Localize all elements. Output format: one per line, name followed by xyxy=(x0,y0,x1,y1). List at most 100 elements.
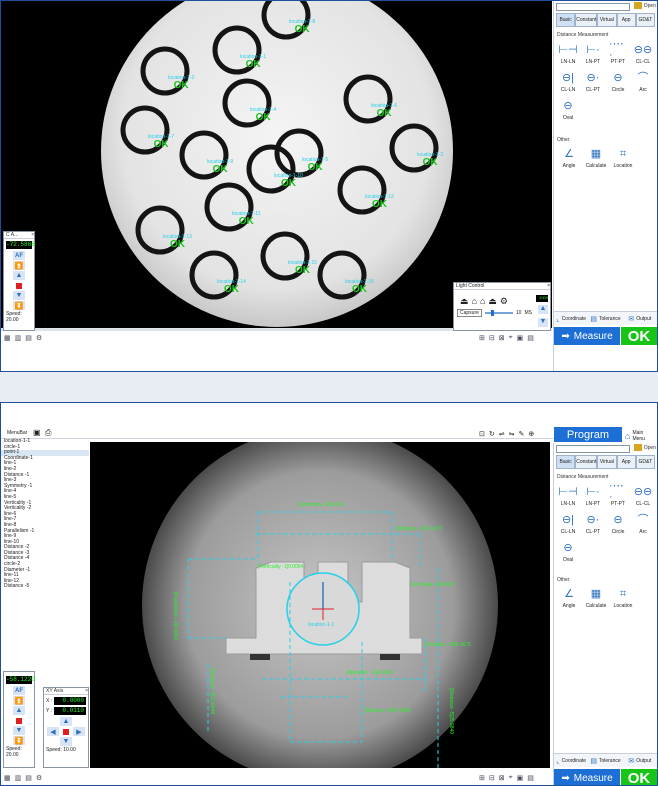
up-icon[interactable]: ▲ xyxy=(60,717,72,726)
tab-basic[interactable]: Basic xyxy=(556,13,576,27)
tab-constant[interactable]: Constant xyxy=(575,13,598,27)
lamp-icon[interactable]: ⏏ xyxy=(460,296,469,307)
tool-pt-pt[interactable]: ·⋯· PT-PT xyxy=(606,481,630,508)
grid-icon[interactable]: ▦ xyxy=(4,774,11,782)
double-up-icon[interactable]: ⏫ xyxy=(13,261,25,270)
down-icon[interactable]: ▼ xyxy=(538,318,548,327)
camera-view[interactable]: [Symmetry -1]0.0324 [Distance -1]41.9170… xyxy=(90,442,550,768)
coordinate-button[interactable]: ⌞ Coordinate xyxy=(554,312,588,325)
left-icon[interactable]: ◀ xyxy=(47,727,59,736)
window-icon[interactable]: ▣ xyxy=(517,774,524,782)
layout-icon[interactable]: ▤ xyxy=(527,334,534,342)
stop-button[interactable] xyxy=(60,727,72,736)
tool-ln-pt[interactable]: ⊢· LN-PT xyxy=(581,483,605,507)
feature-list-item[interactable]: Distance -5 xyxy=(1,584,89,590)
right-icon[interactable]: ▶ xyxy=(73,727,85,736)
refresh-icon[interactable]: ↻ xyxy=(489,430,495,438)
double-down-icon[interactable]: ⏬ xyxy=(13,301,25,310)
zoom-icon[interactable]: ⊞ xyxy=(479,334,485,342)
camera-view[interactable]: location-1-8 OK location-1-1 OK location-1-2… xyxy=(1,1,552,328)
exposure-slider[interactable] xyxy=(484,310,513,316)
tool-arc[interactable]: ⌒ Arc xyxy=(631,69,655,93)
output-button[interactable]: ✉ Output xyxy=(623,754,657,767)
tab-app[interactable]: App xyxy=(616,455,636,469)
down-icon[interactable]: ▼ xyxy=(60,737,72,746)
tool-arc[interactable]: ⌒ Arc xyxy=(631,511,655,535)
tool-calculate[interactable]: ▦ Calculate xyxy=(583,145,609,169)
tool-pt-pt[interactable]: ·⋯· PT-PT xyxy=(606,39,630,66)
chart-icon[interactable]: ▥ xyxy=(15,334,22,342)
tool-oval[interactable]: ⊖ Oval xyxy=(556,539,580,563)
tool-circle[interactable]: ⊖ Circle xyxy=(606,69,630,93)
tool-cl-ln[interactable]: ⊖| CL-LN xyxy=(556,511,580,535)
tool-cl-pt[interactable]: ⊖· CL-PT xyxy=(581,511,605,535)
chart-icon[interactable]: ▥ xyxy=(15,774,22,782)
program-select[interactable] xyxy=(556,3,630,11)
stop-button[interactable] xyxy=(13,281,25,290)
zoom-out-icon[interactable]: ⊟ xyxy=(489,774,495,782)
ring-light-icon[interactable]: ⌂ xyxy=(472,296,477,307)
tool-location[interactable]: ⌗ Location xyxy=(610,145,636,169)
mode-select[interactable]: Capsure xyxy=(457,309,482,317)
autofocus-button[interactable]: AF xyxy=(13,251,25,260)
close-icon[interactable]: × xyxy=(547,283,550,289)
link-icon[interactable]: ⇌ xyxy=(499,430,505,438)
tab-virtual[interactable]: Virtual xyxy=(597,13,617,27)
coax-light-icon[interactable]: ⌂ xyxy=(480,296,485,307)
window-icon[interactable]: ▣ xyxy=(517,334,524,342)
output-button[interactable]: ✉ Output xyxy=(623,312,657,325)
fullscreen-icon[interactable]: ⊡ xyxy=(479,430,485,438)
tool-ln-ln[interactable]: ⊢⊣ LN-LN xyxy=(556,483,580,507)
open-button[interactable]: Open xyxy=(633,444,656,451)
autofocus-button[interactable]: AF xyxy=(13,686,25,695)
crosshair-icon[interactable]: ⌖ xyxy=(509,774,513,782)
tool-angle[interactable]: ∠ Angle xyxy=(556,585,582,609)
close-icon[interactable]: × xyxy=(31,232,34,238)
fit-icon[interactable]: ⊠ xyxy=(499,334,505,342)
tab-gdt[interactable]: GD&T xyxy=(635,13,656,27)
flip-icon[interactable]: ⇋ xyxy=(509,430,515,438)
tool-ln-ln[interactable]: ⊢⊣ LN-LN xyxy=(556,41,580,65)
layout-icon[interactable]: ▤ xyxy=(527,774,534,782)
double-down-icon[interactable]: ⏬ xyxy=(13,736,25,745)
tolerance-button[interactable]: ▤ Tolerance xyxy=(588,754,622,767)
tab-gdt[interactable]: GD&T xyxy=(635,455,656,469)
print-icon[interactable]: ⎙ xyxy=(45,428,51,438)
tool-oval[interactable]: ⊖ Oval xyxy=(556,97,580,121)
up-icon[interactable]: ▲ xyxy=(13,271,25,280)
gear-icon[interactable]: ⚙ xyxy=(36,774,42,782)
program-button[interactable]: Program xyxy=(554,427,622,442)
up-icon[interactable]: ▲ xyxy=(13,706,25,715)
up-icon[interactable]: ▲ xyxy=(538,305,548,314)
tool-cl-cl[interactable]: ⊖⊖ CL-CL xyxy=(631,483,655,507)
tool-cl-cl[interactable]: ⊖⊖ CL-CL xyxy=(631,41,655,65)
close-icon[interactable]: × xyxy=(85,688,88,694)
gear-icon[interactable]: ⚙ xyxy=(36,334,42,342)
down-icon[interactable]: ▼ xyxy=(13,726,25,735)
menubar-label[interactable]: MenuBar xyxy=(7,430,27,436)
target-icon[interactable]: ⊕ xyxy=(528,430,534,438)
zoom-icon[interactable]: ⊞ xyxy=(479,774,485,782)
open-button[interactable]: Open xyxy=(633,2,656,9)
fit-icon[interactable]: ⊠ xyxy=(499,774,505,782)
tolerance-button[interactable]: ▤ Tolerance xyxy=(588,312,622,325)
tab-app[interactable]: App xyxy=(616,13,636,27)
measure-button[interactable]: ➡ Measure xyxy=(554,769,620,785)
folder-icon[interactable]: ▤ xyxy=(25,774,32,782)
double-up-icon[interactable]: ⏫ xyxy=(13,696,25,705)
tool-circle[interactable]: ⊖ Circle xyxy=(606,511,630,535)
tool-cl-ln[interactable]: ⊖| CL-LN xyxy=(556,69,580,93)
tool-location[interactable]: ⌗ Location xyxy=(610,585,636,609)
tab-basic[interactable]: Basic xyxy=(556,455,576,469)
coordinate-button[interactable]: ⌞ Coordinate xyxy=(554,754,588,767)
program-select[interactable] xyxy=(556,445,630,453)
tool-cl-pt[interactable]: ⊖· CL-PT xyxy=(581,69,605,93)
zoom-out-icon[interactable]: ⊟ xyxy=(489,334,495,342)
tool-calculate[interactable]: ▦ Calculate xyxy=(583,585,609,609)
measure-button[interactable]: ➡ Measure xyxy=(554,327,620,345)
folder-icon[interactable]: ▤ xyxy=(25,334,32,342)
tab-constant[interactable]: Constant xyxy=(575,455,598,469)
crosshair-icon[interactable]: ⌖ xyxy=(509,334,513,342)
tool-angle[interactable]: ∠ Angle xyxy=(556,145,582,169)
main-menu-button[interactable]: ⌂ Main Menu xyxy=(625,430,657,442)
